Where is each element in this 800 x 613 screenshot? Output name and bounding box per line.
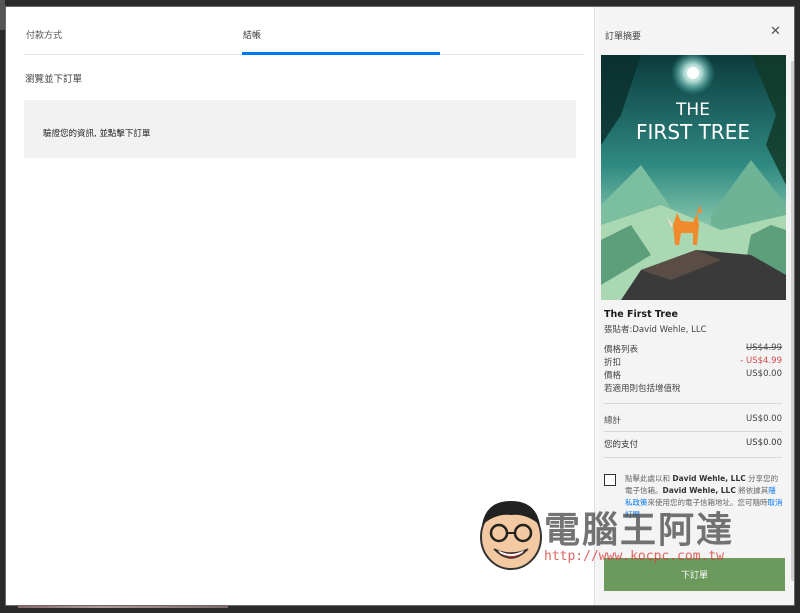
place-order-button[interactable]: 下訂單 bbox=[604, 558, 785, 591]
tax-note: 若適用則包括增值稅 bbox=[604, 382, 782, 394]
consent-text-6: 可 bbox=[745, 498, 753, 507]
game-cover-image: THE FIRST TREE bbox=[601, 55, 786, 300]
total-label: 總計 bbox=[604, 416, 622, 426]
tab-payment-method[interactable]: 付款方式 bbox=[26, 28, 62, 41]
game-title: The First Tree bbox=[604, 309, 678, 320]
total-value: US$0.00 bbox=[746, 414, 782, 424]
your-payment-label: 您的支付 bbox=[604, 440, 639, 450]
checkout-tabs: 付款方式 結帳 bbox=[24, 7, 584, 55]
checkout-main-pane: 付款方式 結帳 瀏覽並下訂單 驗證您的資訊, 並點擊下訂單 bbox=[6, 7, 594, 605]
discount-row: 折扣 - US$4.99 bbox=[604, 356, 782, 368]
price-label: 價格 bbox=[604, 371, 622, 381]
verify-info-box: 驗證您的資訊, 並點擊下訂單 bbox=[24, 100, 576, 158]
consent-brand-2: David Wehle, LLC bbox=[662, 486, 736, 495]
seller-name: 張貼者:David Wehle, LLC bbox=[604, 325, 707, 335]
list-price-label: 價格列表 bbox=[604, 345, 639, 355]
email-consent: 點擊此處以和 David Wehle, LLC 分享您的電子信箱。David W… bbox=[604, 474, 784, 544]
consent-text-4: 來使用您的電子信箱地址。 bbox=[647, 498, 738, 507]
discount-value: - US$4.99 bbox=[740, 356, 782, 366]
consent-text-3: 將依據其 bbox=[735, 486, 769, 495]
total-row: 總計 US$0.00 bbox=[604, 414, 782, 426]
tab-checkout[interactable]: 結帳 bbox=[243, 28, 261, 41]
your-payment-value: US$0.00 bbox=[746, 438, 782, 448]
list-price-value: US$4.99 bbox=[746, 343, 782, 353]
cover-art: THE FIRST TREE bbox=[601, 55, 786, 300]
email-consent-text: 點擊此處以和 David Wehle, LLC 分享您的電子信箱。David W… bbox=[625, 473, 783, 521]
summary-divider bbox=[604, 457, 782, 458]
consent-text-1: 點擊此處以和 bbox=[625, 474, 673, 483]
consent-brand-1: David Wehle, LLC bbox=[672, 474, 746, 483]
price-row: 價格 US$0.00 bbox=[604, 369, 782, 381]
section-title: 瀏覽並下訂單 bbox=[25, 74, 83, 85]
cover-title-line2: FIRST TREE bbox=[636, 120, 750, 144]
close-icon[interactable]: ✕ bbox=[770, 24, 781, 39]
active-tab-indicator bbox=[242, 52, 440, 55]
email-consent-checkbox[interactable] bbox=[604, 474, 616, 486]
your-payment-row: 您的支付 US$0.00 bbox=[604, 438, 782, 450]
order-summary-title: 訂單摘要 bbox=[605, 32, 642, 42]
screenshot-frame: 付款方式 結帳 瀏覽並下訂單 驗證您的資訊, 並點擊下訂單 訂單摘要 ✕ THE… bbox=[0, 0, 800, 613]
summary-divider bbox=[604, 403, 782, 404]
consent-text-5: 您 bbox=[737, 498, 746, 507]
summary-divider bbox=[604, 431, 782, 432]
tax-note-text: 若適用則包括增值稅 bbox=[604, 384, 681, 394]
verify-info-text: 驗證您的資訊, 並點擊下訂單 bbox=[43, 129, 151, 139]
price-value: US$0.00 bbox=[746, 369, 782, 379]
consent-text-7: 隨時 bbox=[752, 498, 768, 507]
summary-scrollbar[interactable] bbox=[791, 61, 794, 581]
order-summary-panel: 訂單摘要 ✕ THE FIRST TREE The First Tree 張貼者… bbox=[594, 7, 794, 605]
discount-label: 折扣 bbox=[604, 358, 622, 368]
cover-title-line1: THE bbox=[675, 100, 710, 120]
checkout-window: 付款方式 結帳 瀏覽並下訂單 驗證您的資訊, 並點擊下訂單 訂單摘要 ✕ THE… bbox=[5, 6, 795, 606]
list-price-row: 價格列表 US$4.99 bbox=[604, 343, 782, 355]
